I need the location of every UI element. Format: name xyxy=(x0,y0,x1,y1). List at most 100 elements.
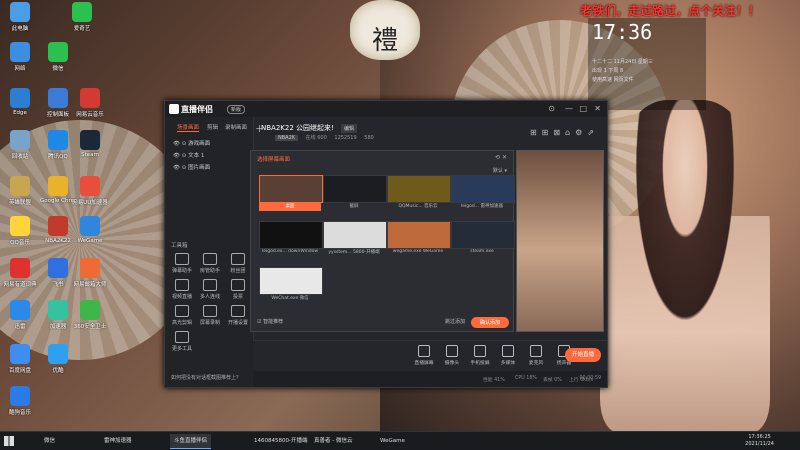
version-badge[interactable]: 新版 xyxy=(227,105,246,114)
bottom-tool[interactable]: 摄像头 xyxy=(437,345,467,366)
select-screen-dialog: 选择屏幕画面 ⟲ ✕ 默认 ▾ 桌面 截屏 QQMusic... 音乐云 leigod… xyxy=(250,150,515,332)
taskbar-item[interactable]: 真善者 - 微信云 xyxy=(310,434,356,448)
desktop-icon[interactable]: 回收站 xyxy=(2,130,38,160)
taskbar-item[interactable]: 雷神加速器 xyxy=(100,434,136,448)
source-card[interactable]: leigod.ex... downWindow xyxy=(259,221,323,259)
source-card[interactable]: wegame.exe WeGame xyxy=(387,221,451,259)
source-card[interactable]: yysstem... 5800-开播端 xyxy=(323,221,387,259)
layout-icon[interactable]: ⊞ xyxy=(530,128,542,137)
desktop-icon-label: 此电脑 xyxy=(11,26,29,32)
game-tag[interactable]: NBA2K xyxy=(275,135,299,141)
source-card[interactable]: steam.exe xyxy=(451,221,515,259)
desktop-icon[interactable]: 酷狗音乐 xyxy=(2,386,38,416)
source-card[interactable]: 桌面 xyxy=(259,175,323,213)
bell-icon[interactable]: ⌂ xyxy=(565,128,575,137)
toolbox-item[interactable]: 高光剪辑 xyxy=(169,305,195,326)
desktop-icon[interactable]: 腾讯QQ xyxy=(40,130,76,160)
lock-icon[interactable]: ⊞ xyxy=(542,128,554,137)
toolbox-item[interactable]: 房管助手 xyxy=(197,253,223,274)
scene-item-image[interactable]: 👁 ⊙ 图片画面 xyxy=(173,163,210,171)
toolbox-item[interactable]: 更多工具 xyxy=(169,331,195,352)
smart-recommend-checkbox[interactable]: ☑ 智能推荐 xyxy=(257,318,283,325)
taskbar-item[interactable]: WeGame xyxy=(376,434,409,448)
desktop-icon[interactable]: WeGame xyxy=(72,216,108,244)
desktop-icon[interactable]: 优酷 xyxy=(40,344,76,374)
tab-record[interactable]: 录制画面 xyxy=(225,123,247,131)
desktop-icon[interactable]: Edge xyxy=(2,88,38,116)
source-card[interactable]: leigod... 雷神加速器 xyxy=(451,175,515,213)
dialog-close-icon[interactable]: ✕ xyxy=(502,154,507,161)
desktop-icon[interactable]: NBA2K22 xyxy=(40,216,76,244)
app-icon xyxy=(48,258,68,278)
desktop-icon[interactable]: Steam xyxy=(72,130,108,158)
desktop-icon[interactable]: 网易有道词典 xyxy=(2,258,38,288)
source-caption: WeChat.exe 微信 xyxy=(271,296,309,301)
taskbar-item[interactable]: 1460845800-开播端 xyxy=(250,434,311,448)
taskbar-item[interactable]: 微信 xyxy=(40,434,59,448)
desktop-icon[interactable]: 网易云音乐 xyxy=(72,88,108,118)
close-button[interactable]: ✕ xyxy=(594,104,601,113)
maximize-button[interactable]: □ xyxy=(579,104,587,113)
help-tip[interactable]: 如何把没有对话框截图推荐上？ xyxy=(171,374,241,381)
desktop-icon[interactable]: 飞书 xyxy=(40,258,76,288)
bottom-tool[interactable]: 直播屏幕 xyxy=(409,345,439,366)
skip-add-button[interactable]: 跳过添加 xyxy=(445,318,465,325)
bottom-tool[interactable]: 多媒体 xyxy=(493,345,523,366)
app-icon xyxy=(72,2,92,22)
toolbox-item[interactable]: 弹幕助手 xyxy=(169,253,195,274)
status-drop: 丢帧 0% xyxy=(543,378,562,383)
avatar-icon[interactable]: ⊙ xyxy=(548,104,555,113)
desktop-icon[interactable]: QQ音乐 xyxy=(2,216,38,246)
toolbox-item[interactable]: 屏幕录制 xyxy=(197,305,223,326)
edit-title-button[interactable]: 编辑 xyxy=(341,124,358,133)
tray-clock[interactable]: 17:36:25 2021/11/24 xyxy=(745,434,774,448)
app-icon xyxy=(10,176,30,196)
desktop-icon[interactable]: 爱奇艺 xyxy=(64,2,100,32)
taskbar-item[interactable]: 斗鱼直播伴侣 xyxy=(170,434,212,449)
scene-item-text[interactable]: 👁 ⊙ 文本 1 xyxy=(173,151,204,159)
sort-dropdown[interactable]: 默认 ▾ xyxy=(493,167,507,174)
minimize-button[interactable]: — xyxy=(565,104,573,113)
desktop-icon[interactable]: 控制面板 xyxy=(40,88,76,118)
desktop-icon[interactable]: 微信 xyxy=(40,42,76,72)
settings-icon[interactable]: ⚙ xyxy=(575,128,587,137)
source-card[interactable]: WeChat.exe 微信 xyxy=(259,267,323,305)
scene-item-game[interactable]: 👁 ⊙ 游戏画面 xyxy=(173,139,210,147)
desktop-icon[interactable]: Google Chrome xyxy=(40,176,76,204)
desktop-icon[interactable]: 网易UU加速器 xyxy=(72,176,108,206)
share-icon[interactable]: ⇗ xyxy=(587,128,599,137)
desktop-icon[interactable]: 360安全卫士 xyxy=(72,300,108,330)
desktop-icon-label: 微信 xyxy=(52,66,64,72)
desktop-icon-label: 控制面板 xyxy=(46,112,69,118)
source-card[interactable]: 截屏 xyxy=(323,175,387,213)
app-icon xyxy=(80,130,100,150)
desktop-icon[interactable]: 百度网盘 xyxy=(2,344,38,374)
tab-scene[interactable]: 场景画面 xyxy=(177,123,200,132)
toolbox-item[interactable]: 粉丝团 xyxy=(225,253,251,274)
toolbox-item[interactable]: 投票 xyxy=(225,279,251,300)
bottom-tool[interactable]: 麦克风 xyxy=(521,345,551,366)
source-card[interactable]: QQMusic... 音乐云 xyxy=(387,175,451,213)
bottom-tool[interactable]: 手机投屏 xyxy=(465,345,495,366)
tab-clip[interactable]: 剪辑 xyxy=(207,123,218,131)
tool-icon xyxy=(175,331,189,343)
app-icon xyxy=(48,176,68,196)
start-live-button[interactable]: 开始直播 xyxy=(565,348,601,362)
app-icon xyxy=(10,386,30,406)
desktop-icon[interactable]: 迅雷 xyxy=(2,300,38,330)
desktop-icon[interactable]: 网络 xyxy=(2,42,38,72)
source-thumbnail xyxy=(387,221,451,249)
desktop-icon[interactable]: 此电脑 xyxy=(2,2,38,32)
start-menu-icon[interactable] xyxy=(4,436,14,446)
screenshot-icon[interactable]: ⊠ xyxy=(553,128,565,137)
toolbox-item[interactable]: 开播设置 xyxy=(225,305,251,326)
desktop-icon[interactable]: 加速器 xyxy=(40,300,76,330)
dialog-title: 选择屏幕画面 xyxy=(257,157,291,163)
desktop-icon[interactable]: 网易邮箱大师 xyxy=(72,258,108,288)
desktop-icon[interactable]: 英雄联盟 xyxy=(2,176,38,206)
bottom-tool-icon xyxy=(502,345,514,357)
confirm-add-button[interactable]: 确认添加 xyxy=(471,317,509,328)
refresh-icon[interactable]: ⟲ xyxy=(495,154,500,161)
toolbox-item[interactable]: 多人连线 xyxy=(197,279,223,300)
toolbox-item[interactable]: 视频直播 xyxy=(169,279,195,300)
